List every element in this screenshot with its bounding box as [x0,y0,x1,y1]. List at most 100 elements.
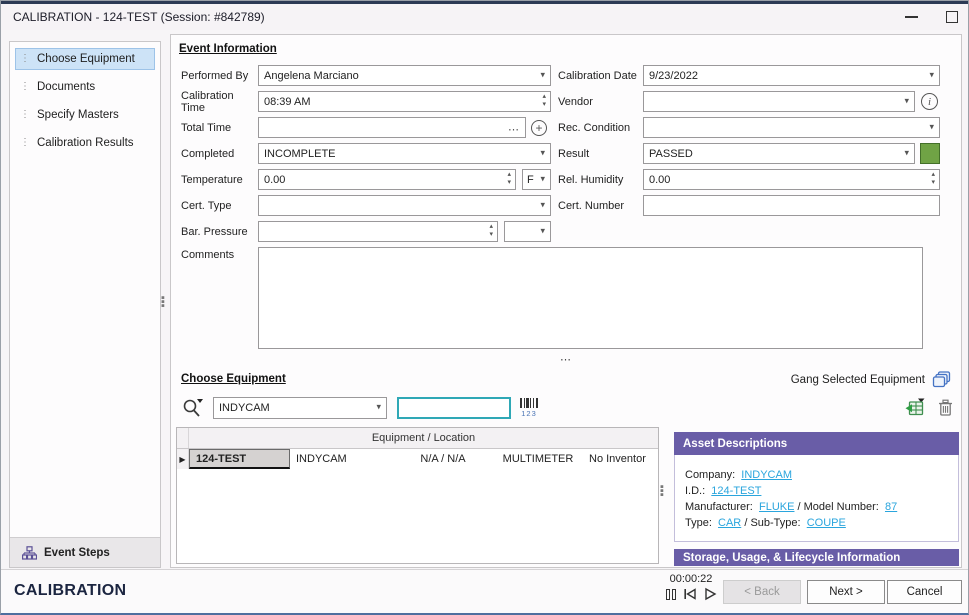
session-timer-block: 00:00:22 [656,573,726,601]
asset-manufacturer-line: Manufacturer: FLUKE / Model Number: 87 [685,499,958,515]
pause-icon[interactable] [666,589,676,600]
calibration-window: CALIBRATION - 124-TEST (Session: #842789… [0,0,969,615]
temperature-spinner[interactable]: 0.00 ▴▾ [258,169,516,190]
chevron-down-icon[interactable]: ▾ [540,173,545,184]
spinner-arrows-icon[interactable]: ▴▾ [507,171,511,187]
next-button[interactable]: Next > [807,580,885,604]
temperature-unit-combobox[interactable]: F ▾ [522,169,551,190]
sidebar-item-label: Documents [37,81,95,93]
search-icon[interactable] [181,396,207,420]
ellipsis-icon[interactable]: ⋯ [508,123,520,136]
vendor-combobox[interactable]: ▾ [643,91,915,112]
id-link[interactable]: 124-TEST [711,485,761,497]
skip-start-icon[interactable] [683,587,697,601]
subtype-link[interactable]: COUPE [807,517,846,529]
total-time-field[interactable]: ⋯ [258,117,526,138]
table-row[interactable]: ▶ 124-TEST INDYCAM N/A / N/A MULTIMETER … [177,449,658,469]
event-steps-button[interactable]: Event Steps [10,537,160,567]
window-title: CALIBRATION - 124-TEST (Session: #842789… [13,10,265,24]
horizontal-splitter-grip[interactable]: ⋯ [171,353,961,366]
grip-icon: ⋮ [20,82,30,92]
manufacturer-label: Manufacturer: [685,501,753,513]
company-filter-combobox[interactable]: INDYCAM ▾ [213,397,387,419]
equipment-actions [905,398,953,416]
maximize-icon[interactable] [946,11,958,23]
asset-id-line: I.D.: 124-TEST [685,483,958,499]
session-timer: 00:00:22 [656,573,726,585]
asset-type-line: Type: CAR / Sub-Type: COUPE [685,515,958,531]
chevron-down-icon[interactable]: ▾ [540,225,545,236]
back-button[interactable]: < Back [723,580,801,604]
subtype-label: / Sub-Type: [744,517,800,529]
minimize-icon[interactable] [905,16,918,18]
sidebar-splitter-grip[interactable]: ▪▪▪ [161,296,165,308]
mode-label: CALIBRATION [14,582,126,600]
equipment-table-header[interactable]: Equipment / Location [177,428,658,449]
spinner-arrows-icon[interactable]: ▴▾ [931,171,935,187]
info-icon[interactable]: i [921,93,938,110]
sidebar-item-label: Choose Equipment [37,53,135,65]
comments-textarea[interactable] [258,247,923,349]
chevron-down-icon[interactable]: ▾ [376,402,381,413]
equipment-search-input[interactable] [397,397,511,419]
spinner-arrows-icon[interactable]: ▴▾ [489,223,493,239]
sidebar-item-specify-masters[interactable]: ⋮ Specify Masters [15,104,155,126]
calibration-date-combobox[interactable]: 9/23/2022 ▾ [643,65,940,86]
equipment-company-cell[interactable]: INDYCAM [290,449,393,469]
cert-type-combobox[interactable]: ▾ [258,195,551,216]
bar-pressure-spinner[interactable]: ▴▾ [258,221,498,242]
event-steps-label: Event Steps [44,547,110,559]
chevron-down-icon[interactable]: ▾ [929,121,934,132]
chevron-down-icon[interactable]: ▾ [540,147,545,158]
calibration-date-label: Calibration Date [558,70,643,82]
chevron-down-icon[interactable]: ▾ [904,95,909,106]
cert-number-field[interactable] [643,195,940,216]
result-combobox[interactable]: PASSED ▾ [643,143,915,164]
equipment-inventory-cell[interactable]: No Inventor [583,449,658,469]
play-icon[interactable] [704,587,717,601]
grip-icon: ⋮ [20,54,30,64]
chevron-down-icon[interactable]: ▾ [540,69,545,80]
rec-condition-combobox[interactable]: ▾ [643,117,940,138]
cancel-button[interactable]: Cancel [887,580,962,604]
chevron-down-icon[interactable]: ▾ [929,69,934,80]
event-information-heading: Event Information [179,43,277,55]
rel-humidity-spinner[interactable]: 0.00 ▴▾ [643,169,940,190]
company-link[interactable]: INDYCAM [741,469,792,481]
company-filter-value: INDYCAM [214,402,270,414]
bar-pressure-unit-combobox[interactable]: ▾ [504,221,551,242]
calibration-time-value: 08:39 AM [259,96,310,108]
id-label: I.D.: [685,485,705,497]
rec-condition-label: Rec. Condition [558,122,643,134]
chevron-down-icon[interactable]: ▾ [540,199,545,210]
result-status-swatch [920,143,940,164]
performed-by-combobox[interactable]: Angelena Marciano ▾ [258,65,551,86]
chevron-down-icon[interactable]: ▾ [904,147,909,158]
add-icon[interactable]: + [531,120,547,136]
step-sidebar: ⋮ Choose Equipment ⋮ Documents ⋮ Specify… [9,41,161,568]
result-value: PASSED [644,148,693,160]
vendor-label: Vendor [558,96,643,108]
type-link[interactable]: CAR [718,517,741,529]
sidebar-item-choose-equipment[interactable]: ⋮ Choose Equipment [15,48,155,70]
manufacturer-link[interactable]: FLUKE [759,501,794,513]
model-number-link[interactable]: 87 [885,501,897,513]
gang-selected-equipment[interactable]: Gang Selected Equipment [791,371,951,388]
footer-bar: CALIBRATION 00:00:22 < Back Next > Cance… [1,569,968,614]
import-equipment-icon[interactable] [905,398,926,416]
equipment-type-cell[interactable]: MULTIMETER [493,449,583,469]
equipment-id-cell[interactable]: 124-TEST [189,449,290,469]
equipment-location-cell[interactable]: N/A / N/A [393,449,493,469]
completed-combobox[interactable]: INCOMPLETE ▾ [258,143,551,164]
calibration-time-spinner[interactable]: 08:39 AM ▴▾ [258,91,551,112]
completed-value: INCOMPLETE [259,148,336,160]
delete-icon[interactable] [938,399,953,416]
cert-type-label: Cert. Type [171,200,258,212]
sidebar-item-calibration-results[interactable]: ⋮ Calibration Results [15,132,155,154]
asset-panel-splitter-grip[interactable]: ▪▪▪ [660,485,664,497]
barcode-icon[interactable]: 123 [520,398,538,418]
spinner-arrows-icon[interactable]: ▴▾ [542,93,546,109]
sidebar-item-documents[interactable]: ⋮ Documents [15,76,155,98]
comments-label: Comments [171,247,258,349]
sidebar-item-label: Calibration Results [37,137,134,149]
